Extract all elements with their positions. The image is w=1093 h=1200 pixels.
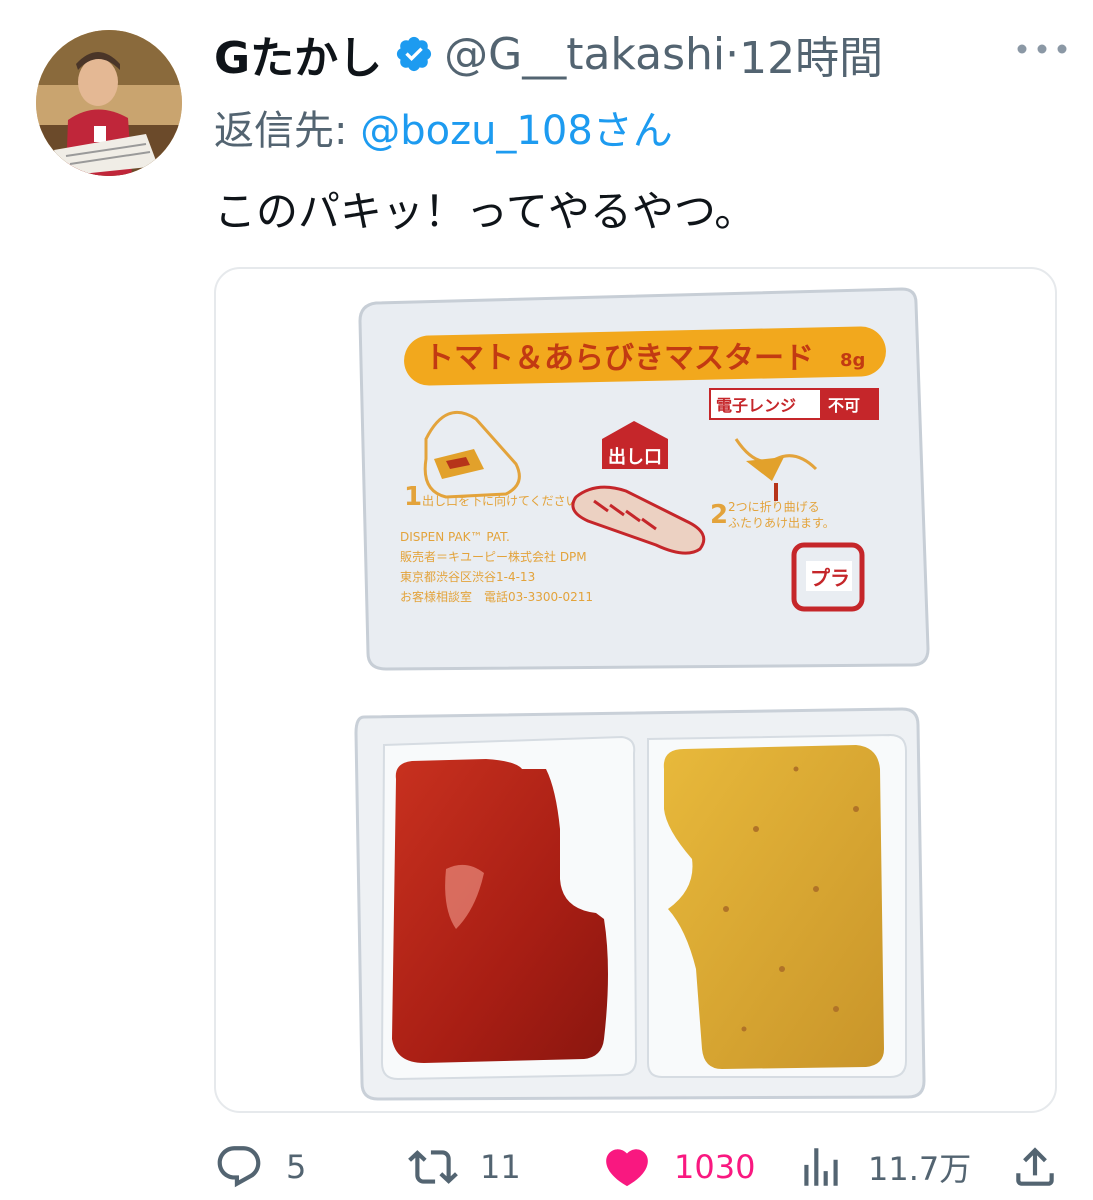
tweet-media[interactable]: トマト＆あらびきマスタード 8g 1 出し口を下に向けてください。 出し口 電子… [214, 267, 1057, 1113]
retweet-button[interactable]: 11 [408, 1142, 521, 1192]
timestamp[interactable]: 12時間 [739, 22, 883, 86]
sauce-tray [354, 707, 926, 1101]
reply-icon [217, 1146, 261, 1188]
avatar[interactable] [36, 30, 182, 176]
separator-dot: · [725, 28, 740, 80]
share-button[interactable] [1010, 1142, 1060, 1192]
heart-filled-icon [606, 1149, 648, 1187]
outlet-label: 出し口 [608, 446, 662, 468]
like-button[interactable]: 1030 [602, 1142, 755, 1192]
analytics-icon [804, 1148, 838, 1186]
display-name[interactable]: Gたかし [214, 22, 382, 86]
svg-text:2: 2 [710, 500, 728, 530]
step2b-text: ふたりあけ出ます。 [728, 516, 835, 530]
package-label: トマト＆あらびきマスタード [424, 341, 814, 376]
reply-mention[interactable]: @bozu_108さん [360, 108, 673, 154]
step1-text: 出し口を下に向けてください。 [422, 493, 590, 508]
microwave-label: 電子レンジ [716, 396, 796, 415]
microwave-no: 不可 [828, 396, 860, 415]
tweet-header: Gたかし @G__takashi · 12時間 [214, 22, 883, 86]
tweet-actions: 5 11 1030 11.7万 [0, 1130, 1093, 1200]
user-handle[interactable]: @G__takashi [444, 29, 725, 80]
tweet-text: このパキッ！ってやるやつ。 [214, 187, 757, 236]
share-icon [1016, 1147, 1054, 1186]
package-weight: 8g [840, 350, 865, 371]
brand-line1: DISPEN PAK™ PAT. [400, 530, 510, 544]
retweet-count: 11 [480, 1148, 521, 1186]
brand-line2: 販売者＝キユーピー株式会社 DPM [400, 549, 587, 564]
avatar-image [36, 30, 182, 176]
step2a-text: 2つに折り曲げる [728, 499, 820, 514]
recycle-mark: プラ [810, 566, 850, 590]
reply-prefix: 返信先: [214, 108, 361, 154]
more-options-icon[interactable] [1012, 34, 1072, 64]
package-lid: トマト＆あらびきマスタード 8g 1 出し口を下に向けてください。 出し口 電子… [358, 287, 930, 671]
verified-badge-icon [394, 34, 434, 74]
views-count: 11.7万 [868, 1150, 972, 1188]
media-image: トマト＆あらびきマスタード 8g 1 出し口を下に向けてください。 出し口 電子… [354, 287, 930, 1101]
reply-count: 5 [286, 1148, 307, 1186]
brand-line4: お客様相談室 電話03-3300-0211 [400, 589, 593, 604]
retweet-icon [408, 1150, 458, 1184]
svg-text:1: 1 [404, 482, 422, 512]
reply-button[interactable]: 5 [214, 1142, 306, 1192]
brand-line3: 東京都渋谷区渋谷1-4-13 [400, 570, 535, 584]
views-button[interactable]: 11.7万 [796, 1142, 971, 1192]
reply-context: 返信先: @bozu_108さん [214, 98, 673, 156]
like-count: 1030 [674, 1148, 756, 1186]
